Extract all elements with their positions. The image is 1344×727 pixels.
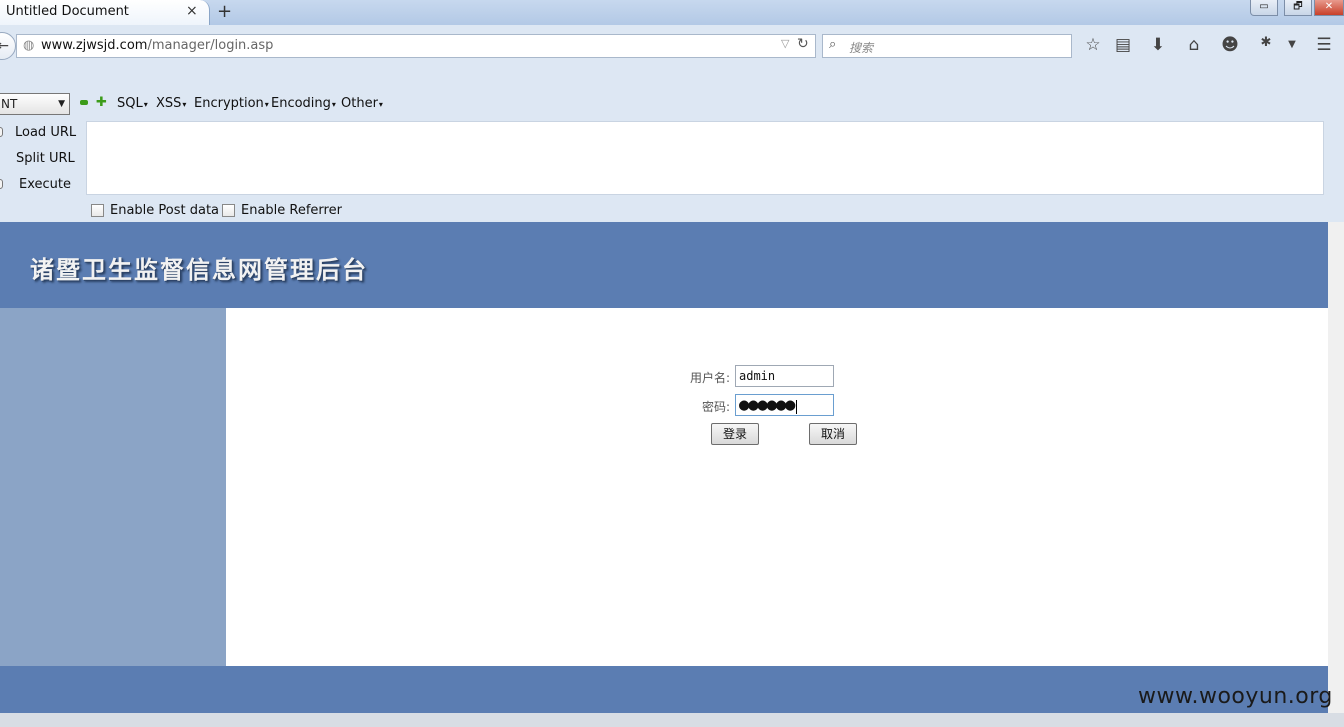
password-field[interactable]: ●●●●●● [735,394,834,416]
minimize-window-button[interactable]: ▭ [1250,0,1278,16]
menu-icon[interactable]: ☰ [1313,35,1335,55]
cancel-button[interactable]: 取消 [809,423,857,445]
search-placeholder: 搜索 [849,41,874,55]
navigation-bar: ← ◍ www.zjwsjd.com/manager/login.asp ▽ ↻… [0,25,1344,67]
chevron-down-icon: ▼ [58,99,65,109]
maximize-window-button[interactable]: 🗗 [1284,0,1312,16]
search-icon: ⌕ [829,37,837,52]
page-footer [0,666,1328,713]
hackbar-select-value: NT [1,97,18,111]
search-bar[interactable]: ⌕ 搜索 [822,34,1072,58]
url-host: www.zjwsjd.com [41,38,148,53]
watermark-text: www.wooyun.org [1138,684,1333,709]
username-field[interactable]: admin [735,365,834,387]
url-path: /manager/login.asp [147,38,274,53]
new-tab-icon[interactable]: + [217,1,232,22]
tab-strip: Untitled Document × + ▭ 🗗 ✕ [0,0,1344,26]
minimize-icon: ▭ [1259,1,1269,12]
enable-post-data-checkbox[interactable]: Enable Post data [91,203,219,218]
menu-encoding[interactable]: Encoding [271,96,336,111]
close-tab-icon[interactable]: × [186,3,198,19]
back-arrow-icon: ← [0,38,9,54]
close-icon: ✕ [1324,1,1334,12]
tab-title: Untitled Document [6,4,129,19]
home-icon[interactable]: ⌂ [1183,35,1205,55]
username-value: admin [739,369,776,383]
username-label: 用户名: [689,371,730,385]
chat-icon[interactable]: ☻ [1219,35,1241,55]
close-window-button[interactable]: ✕ [1314,0,1344,16]
increase-icon[interactable]: ✚ [96,95,107,110]
menu-xss[interactable]: XSS [156,96,186,111]
decrease-icon[interactable] [80,100,88,105]
checkbox-box[interactable] [91,204,104,217]
extension-bug-icon[interactable]: ✱ [1255,35,1277,50]
dropdown-icon[interactable]: ▼ [1281,39,1303,50]
checkbox-box[interactable] [222,204,235,217]
execute-button[interactable]: Execute [19,177,71,192]
page-scrollbar[interactable] [1328,222,1344,727]
reading-list-icon[interactable]: ▤ [1112,35,1134,55]
login-button[interactable]: 登录 [711,423,759,445]
address-bar[interactable]: ◍ www.zjwsjd.com/manager/login.asp ▽ ↻ [16,34,816,58]
split-url-button[interactable]: Split URL [16,151,75,166]
execute-icon [0,179,3,189]
enable-post-data-label: Enable Post data [110,203,220,218]
url-text: www.zjwsjd.com/manager/login.asp [41,38,273,53]
reload-icon[interactable]: ↻ [797,36,809,52]
menu-other[interactable]: Other [341,96,383,111]
browser-tab[interactable]: Untitled Document × [0,0,210,26]
menu-encryption[interactable]: Encryption [194,96,269,111]
hackbar-select[interactable]: NT ▼ [0,93,70,115]
bottom-strip [0,713,1344,727]
load-url-icon [0,127,3,137]
page-title: 诸暨卫生监督信息网管理后台 [30,256,368,284]
maximize-icon: 🗗 [1293,1,1303,12]
bookmark-star-icon[interactable]: ☆ [1082,35,1104,55]
menu-sql[interactable]: SQL [117,96,148,111]
page-header: 诸暨卫生监督信息网管理后台 [0,222,1328,308]
text-caret [796,399,798,414]
site-identity-icon[interactable]: ◍ [23,38,34,53]
password-value: ●●●●●● [739,395,795,415]
download-icon[interactable]: ⬇ [1147,35,1169,55]
page-sidebar [0,308,226,666]
enable-referrer-checkbox[interactable]: Enable Referrer [222,203,342,218]
hackbar-toolbar: NT ▼ ✚ SQL XSS Encryption Encoding Other [0,90,1344,115]
web-page: 诸暨卫生监督信息网管理后台 用户名: admin 密码: ●●●●●● 登录 取… [0,222,1328,727]
password-label: 密码: [701,400,730,414]
url-history-dropdown-icon[interactable]: ▽ [781,37,789,50]
hackbar-url-textarea[interactable] [86,121,1324,195]
back-button[interactable]: ← [0,32,16,60]
enable-referrer-label: Enable Referrer [241,203,342,218]
load-url-button[interactable]: Load URL [15,125,76,140]
